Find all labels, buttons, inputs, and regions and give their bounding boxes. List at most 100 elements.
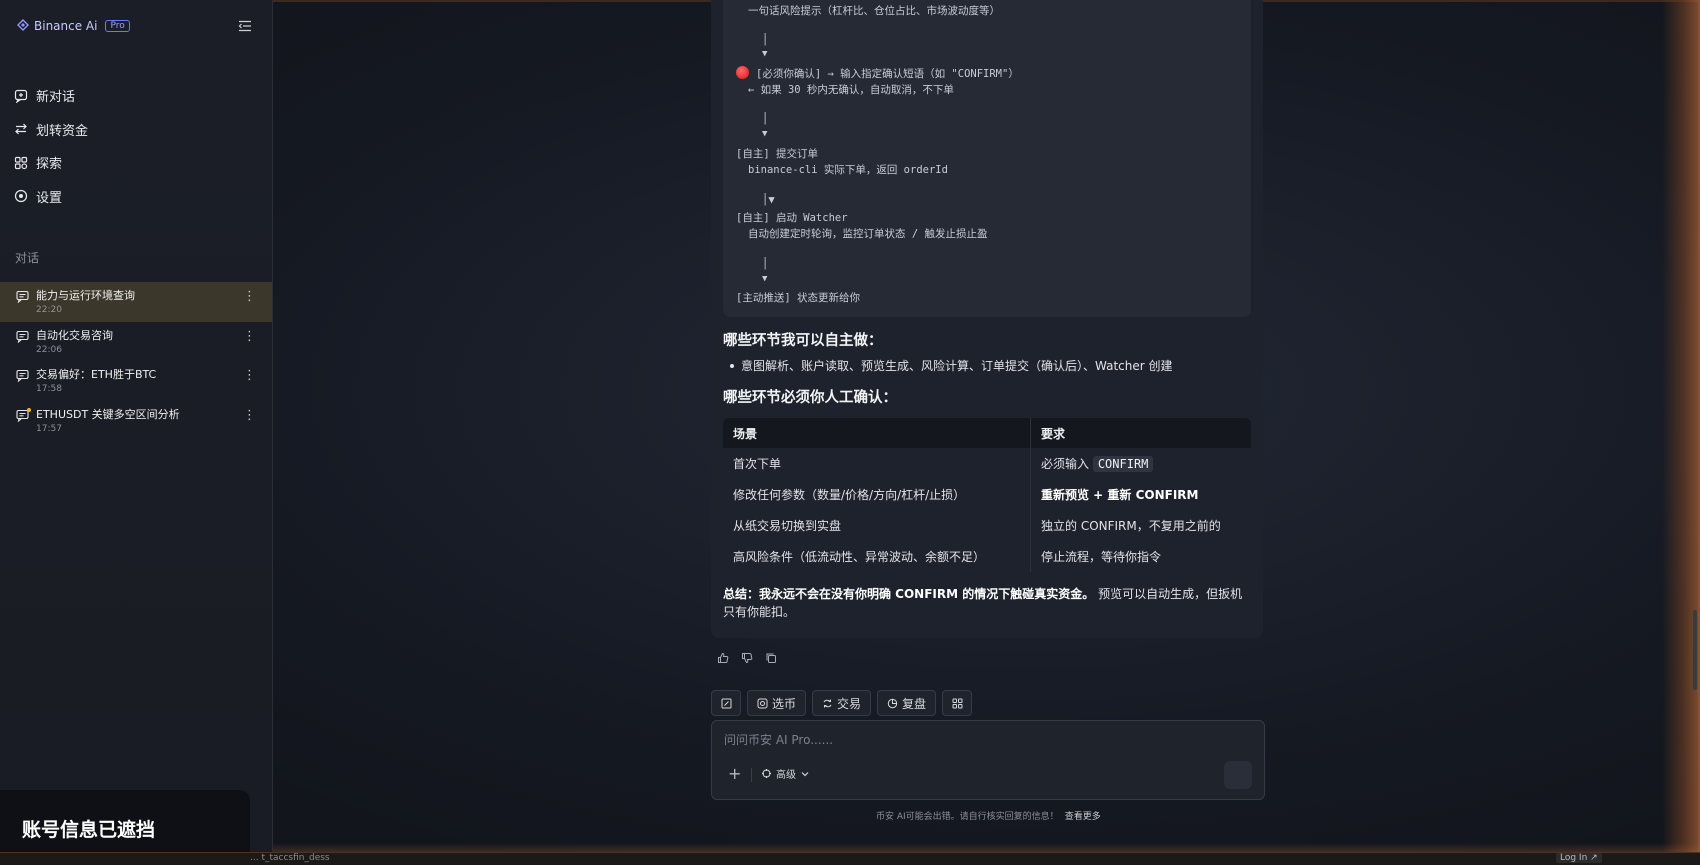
flow-line: ▼ (762, 49, 768, 59)
confirm-code: CONFIRM (1092, 456, 1154, 472)
disclaimer-text: 币安 AI可能会出错。请自行核实回复的信息！ (876, 812, 1059, 822)
flow-line: [自主] 启动 Watcher (736, 212, 848, 224)
review-label: 复盘 (902, 696, 927, 711)
chat-bubble-icon (16, 369, 29, 382)
autonomous-heading: 哪些环节我可以自主做： (723, 333, 883, 349)
flow-line: 一句话风险提示（杠杆比、仓位占比、市场波动度等） (748, 5, 1000, 17)
autonomous-bullet: 意图解析、账户读取、预览生成、风险计算、订单提交（确认后）、Watcher 创建 (730, 357, 1173, 374)
more-options-icon[interactable]: ⋮ (243, 369, 256, 382)
requirement-text: 必须输入 (1041, 457, 1093, 471)
coin-select-icon (757, 698, 768, 708)
new-chat-icon (14, 89, 28, 103)
chevron-down-icon (801, 771, 809, 776)
table-cell-requirement: 重新预览 + 重新 CONFIRM (1031, 479, 1252, 510)
message-actions (717, 652, 777, 664)
more-options-icon[interactable]: ⋮ (243, 409, 256, 422)
flow-line: ← 如果 30 秒内无确认，自动取消，不下单 (748, 84, 954, 96)
advanced-mode-icon (762, 769, 771, 778)
sidebar: Binance Ai Pro 新对话 划转资金 探索 设置 对话 能力与运行环境… (0, 0, 273, 853)
conversation-title: 自动化交易咨询 (36, 328, 113, 342)
terminal-text: ... t_taccsfin_dess (250, 853, 330, 863)
advanced-dropdown[interactable]: 高级 (761, 766, 810, 781)
table-cell-scene: 首次下单 (723, 448, 1031, 479)
composer-divider (751, 768, 752, 782)
conversation-time: 17:58 (36, 384, 62, 394)
flow-line: binance-cli 实际下单，返回 orderId (748, 164, 948, 176)
conversation-time: 17:57 (36, 423, 62, 434)
flow-line: │ (762, 258, 769, 270)
table-cell-requirement: 必须输入 CONFIRM (1031, 448, 1252, 479)
conversation-title: ETHUSDT 关键多空区间分析 (36, 407, 180, 421)
edit-button[interactable] (711, 690, 741, 716)
thumbs-up-icon[interactable] (717, 652, 729, 664)
flow-line: ▼ (762, 274, 768, 284)
conversation-item[interactable]: 能力与运行环境查询 22:20 ⋮ (0, 282, 272, 322)
flow-line: [主动推送] 状态更新给你 (736, 292, 860, 304)
composer-input[interactable]: 问问币安 AI Pro...... (724, 731, 833, 748)
login-button[interactable]: Log In ↗ (1556, 853, 1602, 863)
brand-name: Binance Ai (34, 19, 98, 33)
pie-chart-icon (887, 698, 898, 708)
red-circle-icon (736, 66, 749, 79)
see-more-link[interactable]: 查看更多 (1065, 812, 1101, 822)
nav-new-chat[interactable]: 新对话 (14, 79, 254, 113)
nav-explore[interactable]: 探索 (14, 146, 254, 180)
flow-line: [必须你确认] → 输入指定确认短语（如 "CONFIRM"） (756, 68, 1019, 80)
pick-coin-button[interactable]: 选币 (747, 690, 807, 716)
message-composer[interactable]: 问问币安 AI Pro...... + 高级 (711, 720, 1265, 800)
nav-settings-label: 设置 (36, 190, 63, 206)
advanced-label: 高级 (776, 770, 796, 781)
table-cell-requirement: 独立的 CONFIRM，不复用之前的 (1041, 519, 1221, 533)
thumbs-down-icon[interactable] (741, 652, 753, 664)
swap-icon (823, 699, 832, 707)
more-tools-button[interactable] (942, 690, 973, 716)
trade-button[interactable]: 交易 (812, 690, 872, 716)
requirement-text: 重新预览 + 重新 CONFIRM (1041, 488, 1199, 502)
quick-actions: 选币 交易 复盘 (711, 690, 973, 716)
send-button[interactable] (1224, 761, 1252, 789)
collapse-sidebar-icon[interactable] (238, 19, 252, 33)
more-options-icon[interactable]: ⋮ (243, 330, 256, 343)
flow-line: [自主] 提交订单 (736, 148, 818, 160)
manual-heading: 哪些环节必须你人工确认： (723, 390, 897, 406)
main-scrollbar[interactable] (1693, 610, 1697, 690)
trade-label: 交易 (837, 696, 862, 711)
table-header-row: 场景 要求 (723, 418, 1251, 448)
edit-icon (721, 698, 731, 708)
table-cell-requirement: 停止流程，等待你指令 (1041, 550, 1162, 564)
conversation-item[interactable]: 自动化交易咨询 22:06 ⋮ (0, 322, 272, 362)
table-cell-scene: 修改任何参数（数量/价格/方向/杠杆/止损） (723, 479, 1031, 510)
conversation-item[interactable]: ETHUSDT 关键多空区间分析 17:57 ⋮ (0, 401, 272, 441)
pro-badge: Pro (105, 20, 130, 32)
transfer-icon (15, 123, 27, 135)
table-row: 首次下单 必须输入 CONFIRM (723, 448, 1251, 479)
binance-logo-icon (17, 19, 29, 31)
summary-paragraph: 总结：我永远不会在没有你明确 CONFIRM 的情况下触碰真实资金。 预览可以自… (723, 585, 1253, 621)
flow-line: 自动创建定时轮询，监控订单状态 / 触发止损止盈 (748, 228, 988, 240)
conversation-list: 能力与运行环境查询 22:20 ⋮ 自动化交易咨询 22:06 ⋮ 交易偏好：E… (0, 282, 272, 440)
conversation-title: 能力与运行环境查询 (36, 289, 135, 302)
review-button[interactable]: 复盘 (877, 690, 937, 716)
settings-icon (14, 190, 28, 203)
explore-icon (14, 156, 28, 169)
flow-line: │ (762, 113, 769, 125)
nav-settings[interactable]: 设置 (14, 180, 254, 214)
conversation-title: 交易偏好：ETH胜于BTC (36, 368, 157, 381)
chat-bubble-icon (16, 290, 29, 303)
nav-explore-label: 探索 (36, 157, 63, 173)
bottom-terminal-strip: ... t_taccsfin_dess Log In ↗ (0, 852, 1700, 865)
brand[interactable]: Binance Ai Pro (16, 19, 130, 33)
unread-dot-icon (27, 407, 31, 412)
table-row: 高风险条件（低流动性、异常波动、余额不足） 停止流程，等待你指令 (723, 541, 1251, 572)
attach-plus-icon[interactable]: + (728, 764, 741, 783)
summary-bold: 总结：我永远不会在没有你明确 CONFIRM 的情况下触碰真实资金。 (723, 587, 1095, 601)
conversation-item[interactable]: 交易偏好：ETH胜于BTC 17:58 ⋮ (0, 361, 272, 401)
conversation-time: 22:20 (36, 305, 62, 315)
table-row: 修改任何参数（数量/价格/方向/杠杆/止损） 重新预览 + 重新 CONFIRM (723, 479, 1251, 510)
copy-icon[interactable] (765, 652, 777, 664)
chat-bubble-icon (16, 330, 29, 343)
table-row: 从纸交易切换到实盘 独立的 CONFIRM，不复用之前的 (723, 510, 1251, 541)
more-options-icon[interactable]: ⋮ (243, 290, 256, 303)
conversation-time: 22:06 (36, 344, 62, 355)
nav-transfer[interactable]: 划转资金 (14, 113, 254, 147)
